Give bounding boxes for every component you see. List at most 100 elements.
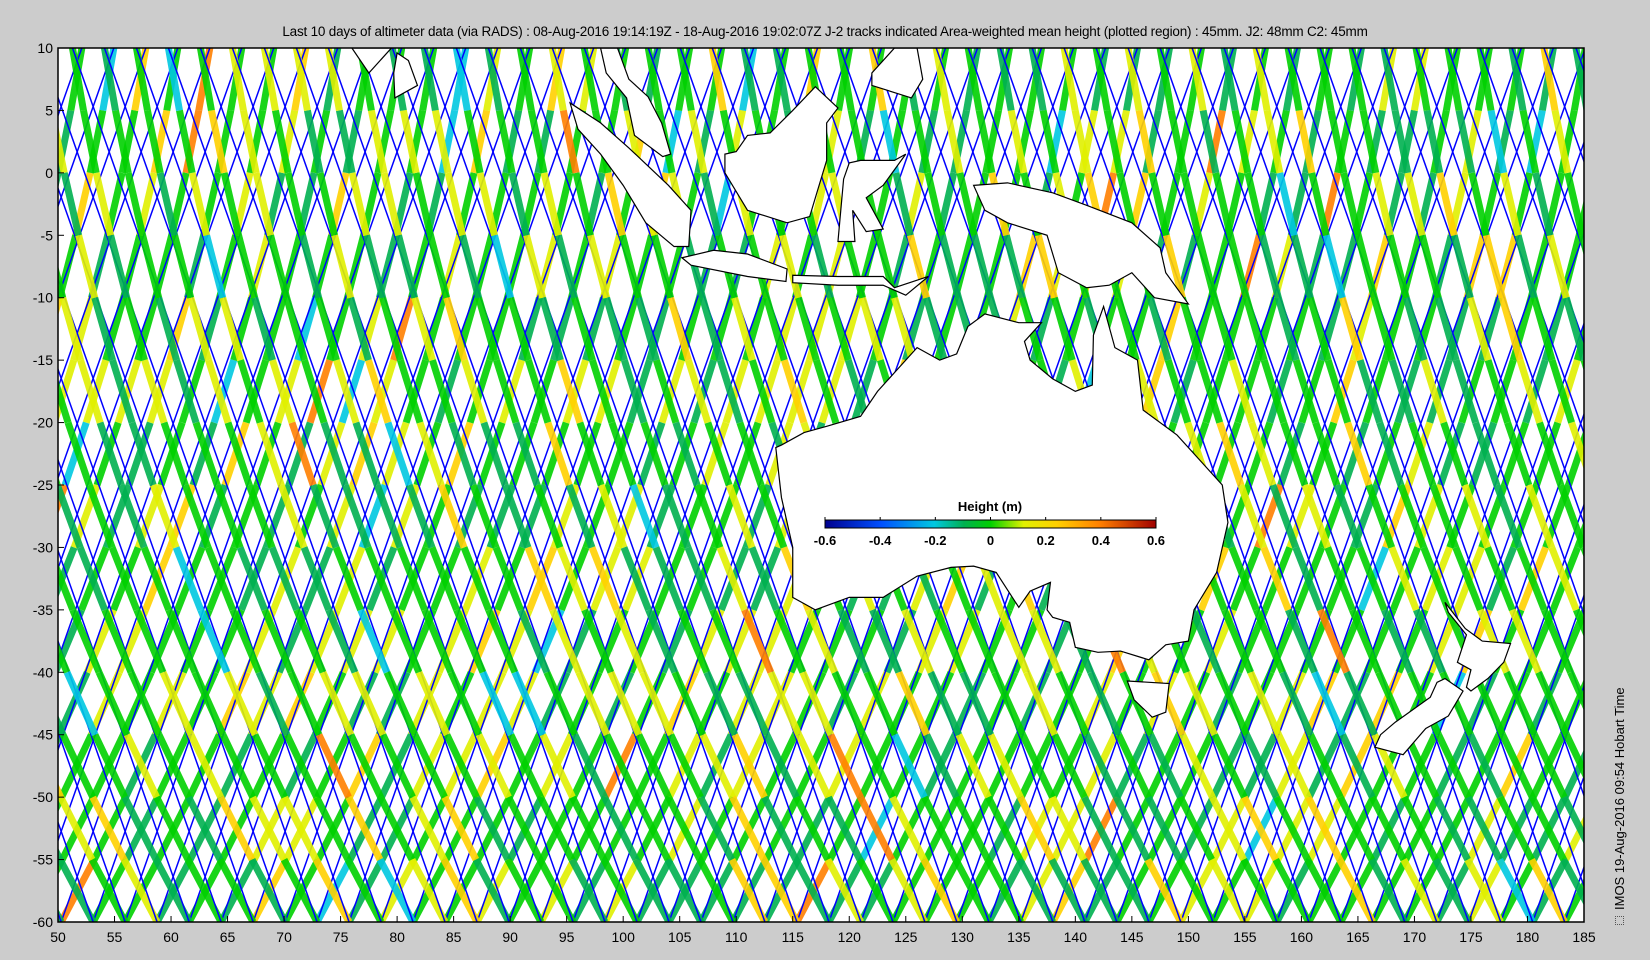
swath-segment — [1600, 173, 1614, 235]
swath-segment — [1646, 235, 1650, 297]
y-tick-label: 10 — [37, 40, 53, 56]
swath-segment — [1608, 48, 1619, 110]
y-tick-label: -30 — [33, 539, 53, 555]
swath-segment — [1616, 360, 1635, 422]
swath-segment — [1611, 173, 1625, 235]
swath-segment — [1617, 547, 1642, 609]
swath-segment — [1593, 485, 1616, 547]
swath-segment — [12, 173, 26, 235]
x-tick-label: 110 — [725, 929, 748, 945]
x-tick-label: 115 — [782, 929, 805, 945]
swath-segment — [1, 423, 22, 485]
x-tick-label: 165 — [1346, 929, 1370, 945]
swath-segment — [33, 423, 54, 485]
x-tick-label: 150 — [1177, 929, 1201, 945]
swath-segment — [23, 610, 49, 672]
swath-segment — [28, 235, 44, 297]
timestamp-stamp: IMOS 19-Aug-2016 09:54 Hobart Time — [1612, 687, 1627, 925]
x-tick-label: 180 — [1516, 929, 1540, 945]
y-tick-label: -5 — [41, 227, 54, 243]
x-tick-label: 75 — [333, 929, 349, 945]
swath-segment — [58, 476, 61, 485]
swath-segment — [58, 783, 64, 799]
swath-segment — [1580, 360, 1584, 372]
swath-segment — [1641, 298, 1650, 360]
checkbox-icon — [1615, 916, 1624, 925]
x-tick-label: 70 — [276, 929, 292, 945]
swath-segment — [1640, 48, 1650, 110]
x-tick-label: 145 — [1120, 929, 1144, 945]
swath-segment — [1622, 360, 1641, 422]
x-tick-label: 50 — [50, 929, 66, 945]
swath-segment — [1633, 423, 1650, 485]
swath-segment — [1590, 360, 1609, 422]
y-tick-label: -45 — [33, 727, 53, 743]
swath-segment — [0, 610, 18, 672]
swath-segment — [0, 860, 30, 922]
swath-segment — [1626, 110, 1639, 172]
swath-segment — [18, 547, 43, 609]
swath-segment — [0, 485, 16, 547]
swath-segment — [8, 48, 19, 110]
swath-segment — [58, 673, 59, 675]
swath-segment — [1628, 860, 1650, 922]
swath-segment — [10, 298, 28, 360]
y-tick-label: -40 — [33, 664, 53, 680]
colorbar-tick-label: 0.2 — [1037, 533, 1055, 548]
x-tick-label: 135 — [1007, 929, 1031, 945]
swath-segment — [17, 360, 36, 422]
y-tick-label: -15 — [33, 352, 53, 368]
colorbar-tick-label: 0 — [987, 533, 994, 548]
swath-segment — [1591, 610, 1617, 672]
swath-segment — [1630, 797, 1650, 859]
swath-segment — [1598, 298, 1616, 360]
swath-segment — [9, 610, 35, 672]
x-tick-label: 155 — [1233, 929, 1257, 945]
x-tick-label: 105 — [668, 929, 692, 945]
altimeter-map: 50 55 60 65 70 75 80 85 90 95 100 105 110 115 120 125 13… — [0, 40, 1650, 945]
swath-segment — [1638, 48, 1649, 110]
swath-segment — [1632, 173, 1646, 235]
colorbar-tick-label: 0.6 — [1147, 533, 1165, 548]
x-tick-label: 95 — [559, 929, 575, 945]
colorbar-tick-label: -0.4 — [869, 533, 892, 548]
colorbar-tick-label: -0.2 — [924, 533, 946, 548]
x-tick-label: 60 — [163, 929, 179, 945]
swath-segment — [1625, 485, 1648, 547]
swath-segment — [0, 547, 10, 609]
swath-segment — [1614, 235, 1630, 297]
swath-segment — [58, 795, 65, 813]
j2-track — [0, 48, 18, 922]
swath-segment — [1580, 547, 1584, 558]
swath-segment — [1609, 298, 1627, 360]
x-tick-label: 140 — [1064, 929, 1088, 945]
swath-segment — [1583, 111, 1584, 114]
y-tick-label: 0 — [45, 165, 53, 181]
swath-segment — [1616, 547, 1641, 609]
x-tick-label: 170 — [1403, 929, 1427, 945]
x-tick-label: 90 — [502, 929, 518, 945]
y-tick-label: -25 — [33, 477, 53, 493]
swath-segment — [7, 48, 18, 110]
swath-segment — [15, 235, 31, 297]
swath-segment — [1627, 672, 1650, 734]
swath-segment — [16, 547, 41, 609]
swath-segment — [22, 360, 41, 422]
swath-segment — [3, 672, 31, 734]
swath-segment — [0, 860, 29, 922]
swath-segment — [58, 297, 63, 317]
swath-segment — [1627, 235, 1643, 297]
colorbar-tick-label: -0.6 — [814, 533, 836, 548]
swath-segment — [1594, 110, 1607, 172]
swath-segment — [32, 173, 46, 235]
swath-segment — [1643, 173, 1650, 235]
swath-segment — [1581, 603, 1584, 610]
swath-segment — [26, 110, 39, 172]
swath-segment — [58, 847, 64, 861]
swath-segment — [31, 298, 49, 360]
swath-segment — [1629, 860, 1650, 922]
swath-segment — [1636, 423, 1650, 485]
swath-segment — [0, 298, 17, 360]
swath-segment — [0, 735, 29, 797]
swath-segment — [4, 423, 25, 485]
